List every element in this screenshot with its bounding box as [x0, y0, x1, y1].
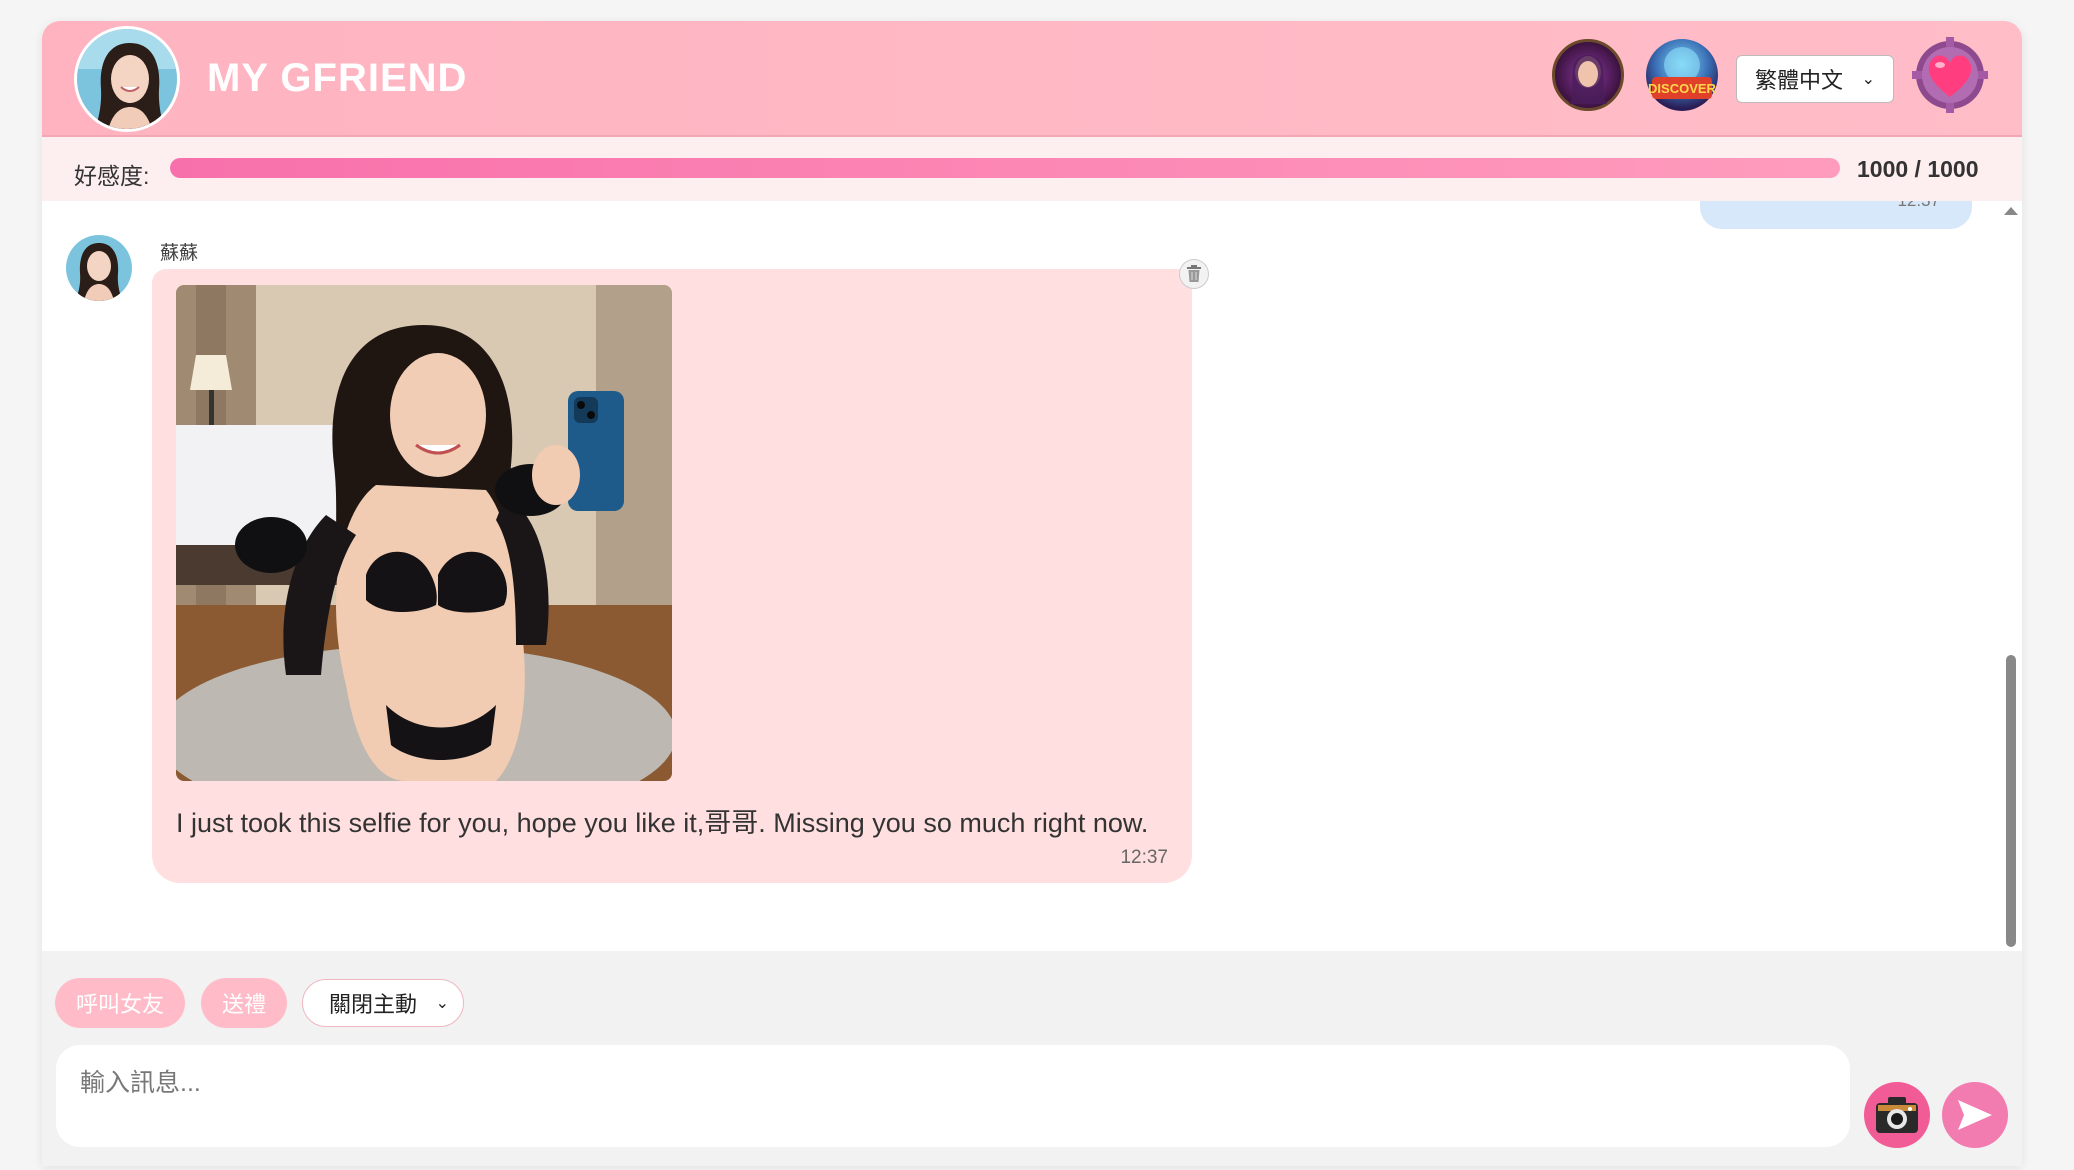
affection-progress-track — [170, 158, 1840, 178]
own-message-bubble: 12:37 — [1700, 201, 1972, 229]
scroll-up-arrow[interactable] — [2004, 207, 2018, 215]
message-input[interactable] — [56, 1045, 1850, 1147]
affection-bar: 好感度: 1000 / 1000 — [42, 137, 2022, 201]
sender-portrait-image — [66, 235, 132, 301]
message-text: I just took this selfie for you, hope yo… — [176, 808, 1149, 838]
character-portrait-icon — [1569, 55, 1607, 104]
discover-globe-icon: DISCOVER — [1648, 47, 1717, 99]
sender-avatar[interactable] — [66, 235, 132, 301]
message-time: 12:37 — [1897, 201, 1940, 211]
avatar-portrait-image — [77, 29, 177, 129]
received-message-bubble: I just took this selfie for you, hope yo… — [152, 259, 1209, 883]
message-time: 12:37 — [1120, 847, 1168, 868]
composer-area: 呼叫女友 送禮 關閉主動 ⌄ — [42, 951, 2022, 1166]
chevron-down-icon: ⌄ — [1861, 71, 1875, 88]
call-girlfriend-button[interactable]: 呼叫女友 — [55, 978, 185, 1028]
selfie-image — [176, 285, 672, 781]
character-badge-icon[interactable] — [1552, 39, 1624, 111]
trash-icon — [1187, 265, 1201, 282]
app-header: MY GFRIEND DISCOVER 繁體中文 ⌄ — [42, 21, 2022, 137]
camera-button[interactable] — [1864, 1082, 1930, 1148]
app-title: MY GFRIEND — [207, 56, 468, 100]
send-arrow-icon — [1958, 1100, 1992, 1130]
chat-scroll-area[interactable]: 12:37 蘇蘇 — [42, 201, 2022, 951]
send-gift-button[interactable]: 送禮 — [201, 978, 287, 1028]
affection-value: 1000 / 1000 — [1857, 156, 1979, 182]
send-button[interactable] — [1942, 1082, 2008, 1148]
discover-badge-icon[interactable]: DISCOVER — [1646, 39, 1718, 111]
affection-label: 好感度: — [74, 163, 150, 189]
chevron-down-icon: ⌄ — [435, 995, 449, 1012]
heart-gear-icon[interactable] — [1912, 37, 1988, 113]
svg-text:DISCOVER: DISCOVER — [1648, 81, 1717, 96]
selfie-photo[interactable] — [176, 285, 672, 781]
chat-app: MY GFRIEND DISCOVER 繁體中文 ⌄ 好感度: 1000 / 1… — [42, 21, 2022, 1166]
scrollbar-thumb[interactable] — [2006, 655, 2016, 947]
language-select[interactable]: 繁體中文 ⌄ — [1736, 55, 1894, 103]
girlfriend-avatar[interactable] — [74, 26, 180, 132]
language-select-value: 繁體中文 — [1755, 68, 1844, 93]
message-sender-name: 蘇蘇 — [160, 243, 199, 264]
delete-message-button[interactable] — [1179, 259, 1209, 289]
camera-icon — [1876, 1097, 1918, 1133]
heart-settings-icon — [1912, 37, 1988, 113]
affection-progress-fill — [170, 158, 1840, 178]
proactive-mode-select[interactable]: 關閉主動 ⌄ — [302, 979, 464, 1027]
proactive-mode-value: 關閉主動 — [329, 992, 418, 1017]
